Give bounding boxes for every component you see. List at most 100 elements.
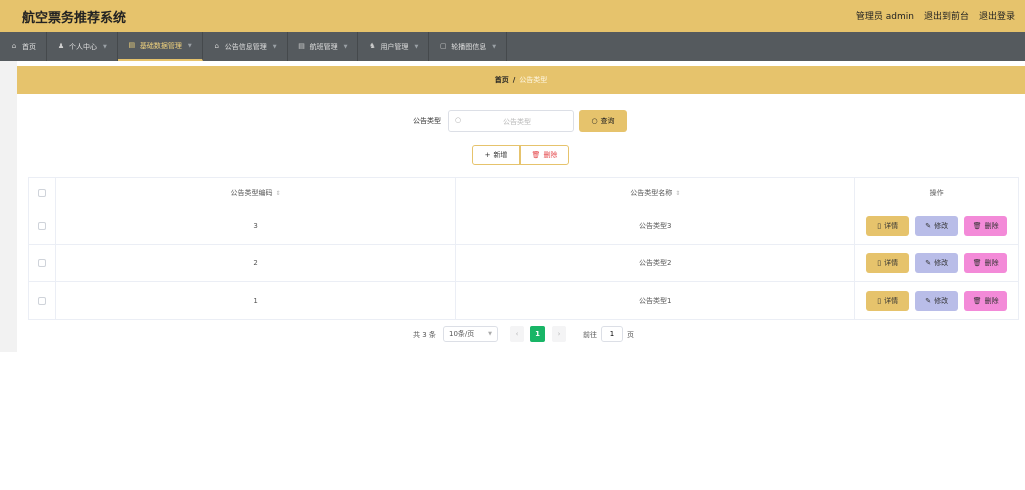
chevron-left-icon: ‹ xyxy=(515,330,519,338)
delete-button[interactable]: 🗑 删除 xyxy=(964,290,1008,311)
sort-icon[interactable]: ⇕ xyxy=(675,190,680,197)
nav-item-announcements[interactable]: ⌂ 公告信息管理 ▼ xyxy=(203,32,288,61)
page-number-current[interactable]: 1 xyxy=(530,326,545,342)
table-icon: ▤ xyxy=(128,41,136,49)
column-header-label: 公告类型编码 xyxy=(230,189,273,197)
header-user-area: 管理员 admin 退出到前台 退出登录 xyxy=(856,9,1015,22)
nav-item-flights[interactable]: ▤ 航班管理 ▼ xyxy=(288,32,359,61)
user-group-icon: ♞ xyxy=(369,42,376,50)
chevron-down-icon: ▼ xyxy=(343,43,348,50)
column-header-name[interactable]: 公告类型名称 ⇕ xyxy=(456,178,856,208)
image-icon: ▢ xyxy=(439,42,447,50)
cell-code: 2 xyxy=(56,245,457,281)
search-field[interactable]: ○ xyxy=(448,110,574,132)
table-row: 2 公告类型2 ▯ 详情 ✎ 修改 🗑 删除 xyxy=(29,245,1018,282)
trash-icon: 🗑 xyxy=(972,222,982,230)
nav-item-label: 个人中心 xyxy=(69,42,97,51)
row-checkbox-cell xyxy=(29,282,56,319)
column-header-actions: 操作 xyxy=(855,178,1018,208)
breadcrumb-home[interactable]: 首页 xyxy=(495,75,509,85)
cell-name: 公告类型1 xyxy=(456,282,856,319)
search-button-label: 查询 xyxy=(600,117,615,125)
add-button[interactable]: + 新增 xyxy=(472,145,520,165)
chevron-down-icon: ▼ xyxy=(414,43,419,50)
row-actions: ▯ 详情 ✎ 修改 🗑 删除 xyxy=(855,282,1018,319)
nav-item-label: 轮播图信息 xyxy=(451,42,487,51)
top-header: 航空票务推荐系统 管理员 admin 退出到前台 退出登录 xyxy=(0,0,1025,32)
plus-icon: + xyxy=(484,151,491,159)
edit-button[interactable]: ✎ 修改 xyxy=(915,253,959,273)
nav-item-home[interactable]: ⌂ 首页 xyxy=(0,32,47,61)
nav-item-label: 首页 xyxy=(22,42,36,51)
row-checkbox-cell xyxy=(29,208,56,244)
row-actions: ▯ 详情 ✎ 修改 🗑 删除 xyxy=(855,208,1018,244)
bank-icon: ⌂ xyxy=(214,42,219,50)
table-body: 3 公告类型3 ▯ 详情 ✎ 修改 🗑 删除 2 公告类型2 ▯ 详情 ✎ 修改 🗑 删除 … xyxy=(29,208,1018,319)
nav-item-basic-data[interactable]: ▤ 基础数据管理 ▼ xyxy=(117,32,203,61)
next-page-button[interactable]: › xyxy=(552,326,566,342)
app-title: 航空票务推荐系统 xyxy=(22,11,127,26)
pencil-icon: ✎ xyxy=(925,259,932,267)
chevron-down-icon: ▼ xyxy=(272,43,277,50)
row-checkbox[interactable] xyxy=(37,222,46,230)
edit-button[interactable]: ✎ 修改 xyxy=(915,290,959,311)
cell-name: 公告类型2 xyxy=(456,245,856,281)
search-label: 公告类型 xyxy=(413,117,441,125)
goto-label: 前往 xyxy=(583,331,597,339)
main-nav: ⌂ 首页 ♟ 个人中心 ▼ ▤ 基础数据管理 ▼ ⌂ 公告信息管理 ▼ ▤ 航班… xyxy=(0,32,1025,61)
nav-item-label: 用户管理 xyxy=(380,42,409,51)
document-icon: ▯ xyxy=(877,296,882,305)
delete-button-label: 删除 xyxy=(543,151,558,159)
row-checkbox[interactable] xyxy=(37,296,46,305)
detail-button[interactable]: ▯ 详情 xyxy=(866,290,910,311)
pencil-icon: ✎ xyxy=(925,222,932,230)
edit-label: 修改 xyxy=(934,259,949,267)
page-size-select[interactable]: 10条/页 ▼ xyxy=(443,326,498,342)
user-icon: ♟ xyxy=(57,42,65,50)
header-checkbox-cell xyxy=(29,178,56,208)
sort-icon[interactable]: ⇕ xyxy=(276,190,281,197)
chevron-down-icon: ▼ xyxy=(488,331,492,337)
page-suffix: 页 xyxy=(627,331,634,339)
nav-item-label: 基础数据管理 xyxy=(139,41,182,50)
edit-button[interactable]: ✎ 修改 xyxy=(915,216,959,236)
admin-role-label: 管理员 admin xyxy=(855,12,914,22)
home-icon: ⌂ xyxy=(11,42,17,50)
breadcrumb-current: 公告类型 xyxy=(519,76,548,84)
cell-code: 1 xyxy=(56,282,457,319)
logout-link[interactable]: 退出登录 xyxy=(979,9,1015,22)
column-header-label: 操作 xyxy=(929,189,944,197)
select-all-checkbox[interactable] xyxy=(37,189,46,197)
delete-label: 删除 xyxy=(984,222,999,230)
nav-item-users[interactable]: ♞ 用户管理 ▼ xyxy=(358,32,430,61)
delete-button[interactable]: 🗑 删除 xyxy=(964,216,1008,236)
table-icon: ▤ xyxy=(298,42,305,50)
search-button[interactable]: ○ 查询 xyxy=(579,110,627,132)
row-checkbox[interactable] xyxy=(37,259,46,267)
search-icon: ○ xyxy=(455,116,462,124)
breadcrumb-separator: / xyxy=(512,76,516,84)
delete-button[interactable]: 🗑 删除 xyxy=(964,253,1008,273)
detail-button[interactable]: ▯ 详情 xyxy=(866,253,910,273)
chevron-right-icon: › xyxy=(557,330,561,338)
left-gutter xyxy=(0,61,17,352)
detail-button[interactable]: ▯ 详情 xyxy=(866,216,910,236)
prev-page-button[interactable]: ‹ xyxy=(510,326,524,342)
detail-label: 详情 xyxy=(884,222,899,230)
batch-delete-button[interactable]: 🗑 删除 xyxy=(520,145,569,165)
add-button-label: 新增 xyxy=(493,151,508,159)
nav-item-personal-center[interactable]: ♟ 个人中心 ▼ xyxy=(47,32,118,61)
search-input[interactable] xyxy=(467,114,567,129)
detail-label: 详情 xyxy=(884,296,899,305)
nav-item-carousel[interactable]: ▢ 轮播图信息 ▼ xyxy=(429,32,508,61)
table-header: 公告类型编码 ⇕ 公告类型名称 ⇕ 操作 xyxy=(29,178,1018,208)
column-header-code[interactable]: 公告类型编码 ⇕ xyxy=(56,178,457,208)
back-to-front-link[interactable]: 退出到前台 xyxy=(924,9,969,22)
document-icon: ▯ xyxy=(877,259,882,267)
goto-page-input[interactable] xyxy=(601,326,623,342)
pagination: 共 3 条 10条/页 ▼ ‹ 1 › 前往 页 xyxy=(0,326,1025,342)
trash-icon: 🗑 xyxy=(972,259,982,267)
document-icon: ▯ xyxy=(877,222,882,230)
detail-label: 详情 xyxy=(884,259,899,267)
breadcrumb: 首页 / 公告类型 xyxy=(17,66,1025,94)
